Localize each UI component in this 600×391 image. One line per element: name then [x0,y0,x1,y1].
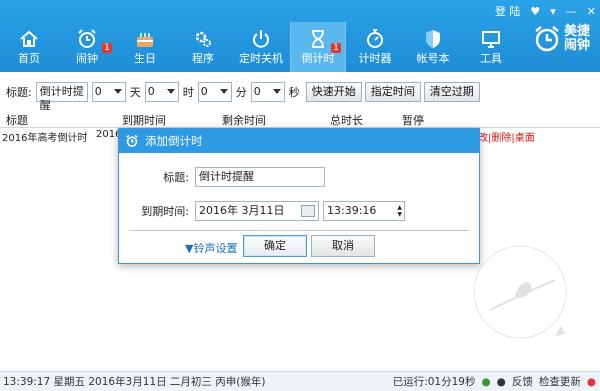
modal-overlay: 添加倒计时 标题: 倒计时提醒 到期时间: 2016年 3月11日 13:39:… [0,0,600,391]
calendar-dropdown-icon[interactable] [301,205,315,217]
spinner-up-icon[interactable]: ▲ [397,204,402,211]
spinner-down-icon[interactable]: ▼ [397,211,402,218]
dialog-header: 添加倒计时 [119,129,479,153]
time-value: 13:39:16 [327,204,377,217]
add-countdown-dialog: 添加倒计时 标题: 倒计时提醒 到期时间: 2016年 3月11日 13:39:… [118,128,480,264]
app-window: 登 陆 ♥ ▾ — ✕ 首页 闹钟 1 生日 程序 定时关机 倒计时 1 计时器… [0,0,600,391]
ringtone-settings-link[interactable]: ▼铃声设置 [185,240,237,256]
cancel-button[interactable]: 取消 [311,235,375,257]
date-value: 2016年 3月11日 [199,204,285,217]
time-spinner[interactable]: 13:39:16 ▲ ▼ [323,201,405,221]
dialog-title-label: 标题: [163,171,189,184]
ok-button[interactable]: 确定 [243,235,307,257]
dialog-due-label: 到期时间: [141,205,189,218]
dialog-title-input[interactable]: 倒计时提醒 [195,167,325,187]
date-picker[interactable]: 2016年 3月11日 [195,201,319,221]
alarm-clock-icon [126,134,138,147]
dialog-divider [129,230,469,231]
dialog-title: 添加倒计时 [145,134,203,148]
